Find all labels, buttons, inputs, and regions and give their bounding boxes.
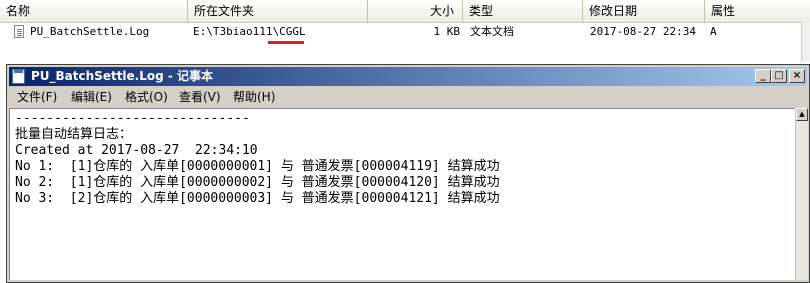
column-header-size[interactable]: 大小 <box>368 0 463 22</box>
column-header-bar: 名称 所在文件夹 大小 类型 修改日期 属性 <box>0 0 810 23</box>
menu-bar: 文件(F) 编辑(E) 格式(O) 查看(V) 帮助(H) <box>9 87 807 107</box>
notepad-window: PU_BatchSettle.Log - 记事本 _ □ × 文件(F) 编辑(… <box>6 64 810 283</box>
column-header-modified[interactable]: 修改日期 <box>583 0 705 22</box>
vertical-scrollbar[interactable]: ▲ <box>795 108 808 280</box>
scroll-up-arrow-icon[interactable]: ▲ <box>796 108 808 121</box>
file-folder: E:\T3biao111\CGGL <box>193 25 306 38</box>
minimize-button[interactable]: _ <box>755 69 771 83</box>
log-heading: 批量自动结算日志： <box>15 127 133 142</box>
log-entry-line: No 3: [2]仓库的 入库单[0000000003] 与 普通发票[0000… <box>15 191 500 206</box>
column-header-folder[interactable]: 所在文件夹 <box>188 0 368 22</box>
file-modified: 2017-08-27 22:34 <box>590 25 696 38</box>
log-entry-line: No 2: [1]仓库的 入库单[0000000002] 与 普通发票[0000… <box>15 175 500 190</box>
notepad-icon[interactable] <box>12 69 25 84</box>
text-file-icon <box>14 25 24 38</box>
file-type: 文本文档 <box>470 25 514 38</box>
log-entry-line: No 1: [1]仓库的 入库单[0000000001] 与 普通发票[0000… <box>15 159 500 174</box>
menu-edit[interactable]: 编辑(E) <box>71 87 112 107</box>
column-header-name[interactable]: 名称 <box>0 0 188 22</box>
file-row[interactable]: PU_BatchSettle.Log E:\T3biao111\CGGL 1 K… <box>0 22 800 42</box>
menu-help[interactable]: 帮助(H) <box>233 87 275 107</box>
file-name: PU_BatchSettle.Log <box>30 25 150 38</box>
title-bar[interactable]: PU_BatchSettle.Log - 记事本 _ □ × <box>9 67 807 86</box>
search-results-list: 名称 所在文件夹 大小 类型 修改日期 属性 PU_BatchSettle.Lo… <box>0 0 810 62</box>
window-title: PU_BatchSettle.Log - 记事本 <box>31 69 214 83</box>
log-created-line: Created at 2017-08-27 22:34:10 <box>15 143 258 158</box>
file-attributes: A <box>710 25 717 38</box>
menu-file[interactable]: 文件(F) <box>17 87 57 107</box>
maximize-button[interactable]: □ <box>771 69 787 83</box>
file-size: 1 KB <box>433 25 461 38</box>
column-header-type[interactable]: 类型 <box>463 0 583 22</box>
text-editor-area[interactable]: ------------------------------ 批量自动结算日志：… <box>9 108 795 280</box>
red-underline-annotation <box>268 41 304 44</box>
menu-format[interactable]: 格式(O) <box>125 87 168 107</box>
results-scrollbar[interactable] <box>801 22 810 62</box>
close-button[interactable]: × <box>789 69 805 83</box>
log-separator-line: ------------------------------ <box>15 111 250 126</box>
column-header-attributes[interactable]: 属性 <box>705 0 810 22</box>
menu-view[interactable]: 查看(V) <box>179 87 221 107</box>
